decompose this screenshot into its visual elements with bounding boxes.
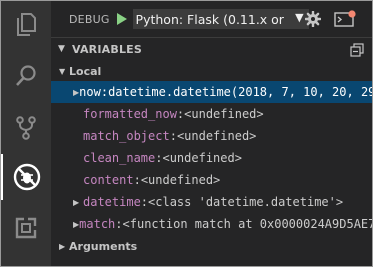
play-icon [116, 13, 127, 25]
variable-value: <function match at 0x0000024A9D5AE7B8> [122, 217, 372, 231]
debug-console-button[interactable] [334, 10, 356, 32]
variable-value: <class 'datetime.datetime'> [148, 195, 344, 209]
variable-value: <undefined> [140, 173, 221, 187]
scope-local-label: Local [69, 64, 102, 78]
debug-console-icon [334, 10, 356, 27]
chevron-right-icon: ▶ [59, 241, 66, 251]
scope-arguments-label: Arguments [69, 239, 138, 253]
scope-arguments[interactable]: ▶ Arguments [51, 235, 372, 257]
variable-separator: : [115, 217, 123, 231]
gear-icon [304, 10, 322, 28]
variable-name: formatted_now [83, 107, 177, 121]
variable-row-content[interactable]: content: <undefined> [51, 169, 372, 191]
variables-title: VARIABLES [72, 42, 142, 56]
variable-separator: : [100, 85, 109, 99]
explorer-button[interactable] [1, 1, 51, 47]
variable-value: datetime.datetime(2018, 7, 10, 20, 29, 3… [108, 85, 372, 99]
debug-sidebar: DEBUG Python: Flask (0.11.x or la ▼ ▼ VA… [51, 1, 372, 266]
variable-row-match-object[interactable]: match_object: <undefined> [51, 125, 372, 147]
variable-row-clean-name[interactable]: clean_name: <undefined> [51, 147, 372, 169]
variable-row-match[interactable]: ▶ match: <function match at 0x0000024A9D… [51, 213, 372, 235]
search-button[interactable] [1, 53, 51, 99]
launch-configuration-select[interactable]: Python: Flask (0.11.x or la ▼ [132, 9, 309, 29]
variable-name: match_object [83, 129, 170, 143]
variable-value: <undefined> [162, 151, 242, 165]
variable-separator: : [133, 173, 141, 187]
variable-separator: : [155, 151, 163, 165]
variable-separator: : [169, 129, 177, 143]
variable-name: match [79, 217, 116, 231]
start-debugging-button[interactable] [116, 12, 128, 26]
collapse-all-button[interactable] [350, 42, 364, 61]
extensions-icon [15, 216, 38, 239]
chevron-down-icon: ▼ [295, 11, 304, 24]
launch-configuration-value: Python: Flask (0.11.x or la [135, 11, 286, 27]
variable-row-formatted-now[interactable]: formatted_now: <undefined> [51, 103, 372, 125]
scope-local[interactable]: ▼ Local [51, 60, 372, 82]
source-control-icon [16, 116, 36, 140]
variable-name: datetime [83, 195, 141, 209]
variable-row-datetime[interactable]: ▶ datetime: <class 'datetime.datetime'> [51, 191, 372, 213]
extensions-button[interactable] [1, 205, 51, 251]
chevron-down-icon: ▼ [59, 66, 66, 76]
debug-settings-button[interactable] [304, 10, 322, 31]
vscode-window: DEBUG Python: Flask (0.11.x or la ▼ ▼ VA… [0, 0, 373, 267]
variable-row-now[interactable]: ▶ now: datetime.datetime(2018, 7, 10, 20… [51, 81, 372, 103]
collapse-all-icon [350, 43, 364, 57]
variable-name: now [79, 85, 101, 99]
variable-name: clean_name [83, 151, 156, 165]
variables-section-header[interactable]: ▼ VARIABLES [51, 37, 372, 60]
search-icon [16, 65, 36, 86]
variable-value: <undefined> [176, 129, 257, 143]
debug-toolbar: DEBUG Python: Flask (0.11.x or la ▼ [51, 1, 372, 37]
variable-separator: : [176, 107, 185, 121]
chevron-down-icon: ▼ [58, 44, 65, 54]
chevron-right-icon: ▶ [73, 197, 80, 207]
debug-button[interactable] [1, 154, 51, 200]
debug-icon [13, 163, 41, 191]
debug-title: DEBUG [69, 12, 110, 26]
variable-separator: : [140, 195, 149, 209]
source-control-button[interactable] [1, 105, 51, 151]
variable-value: <undefined> [184, 107, 264, 121]
variable-name: content [83, 173, 134, 187]
activity-bar [1, 1, 51, 266]
explorer-icon [17, 13, 36, 36]
